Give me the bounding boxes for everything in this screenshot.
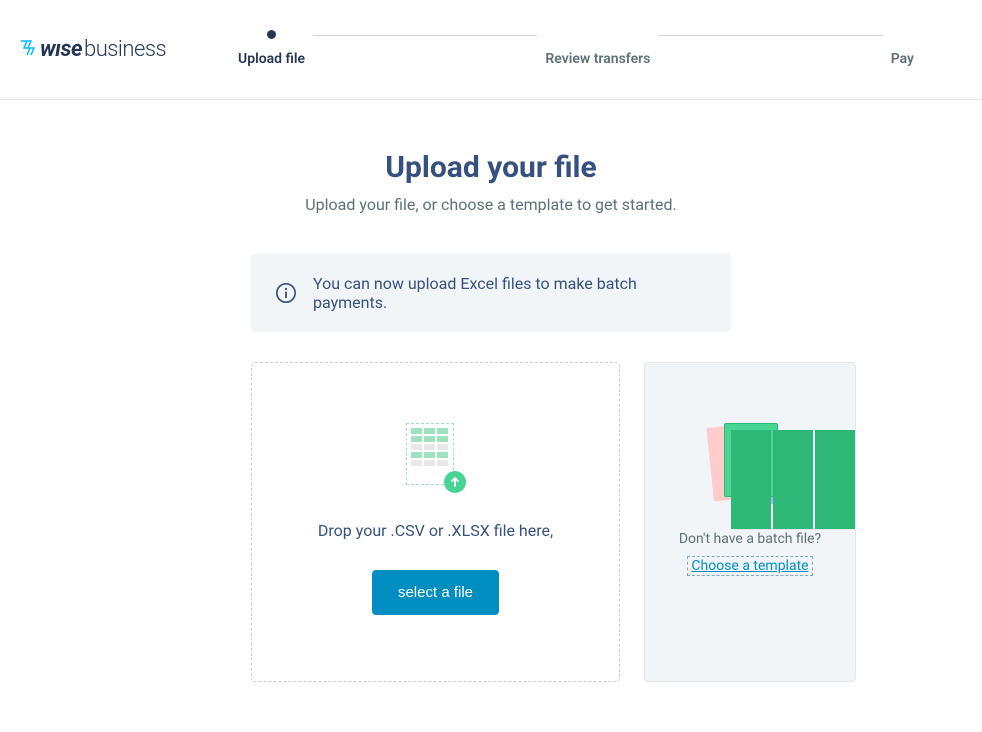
choose-template-link[interactable]: Choose a template	[687, 556, 812, 576]
template-illustration	[710, 423, 790, 507]
step-label: Pay	[891, 51, 914, 67]
select-file-button[interactable]: select a file	[372, 570, 499, 615]
stepper: Upload file Review transfers Pay	[230, 30, 922, 67]
info-text: You can now upload Excel files to make b…	[313, 274, 707, 312]
logo-brand-text: wıse	[40, 37, 82, 62]
step-upload-file[interactable]: Upload file	[230, 30, 313, 67]
step-label: Review transfers	[545, 51, 650, 67]
step-dot-inactive	[593, 30, 602, 39]
step-label: Upload file	[238, 51, 305, 67]
template-prompt: Don't have a batch file?	[679, 529, 821, 550]
page-subtitle: Upload your file, or choose a template t…	[41, 195, 941, 214]
upload-dropzone[interactable]: Drop your .CSV or .XLSX file here, selec…	[251, 362, 620, 682]
step-dot-active	[267, 30, 276, 39]
info-icon	[275, 282, 297, 304]
logo-icon	[20, 40, 38, 61]
step-review-transfers[interactable]: Review transfers	[537, 30, 658, 67]
logo[interactable]: wıse business	[20, 37, 166, 62]
step-dot-inactive	[898, 30, 907, 39]
logo-suffix-text: business	[84, 37, 166, 62]
upload-illustration	[406, 423, 466, 493]
step-pay[interactable]: Pay	[883, 30, 922, 67]
upload-arrow-icon	[444, 471, 466, 493]
cards-container: Drop your .CSV or .XLSX file here, selec…	[251, 362, 856, 682]
template-card: Don't have a batch file? Choose a templa…	[644, 362, 856, 682]
drop-text: Drop your .CSV or .XLSX file here,	[318, 521, 553, 540]
info-banner: You can now upload Excel files to make b…	[251, 254, 731, 332]
main-content: Upload your file Upload your file, or ch…	[41, 100, 941, 732]
page-title: Upload your file	[41, 150, 941, 185]
header: wıse business Upload file Review transfe…	[0, 0, 982, 100]
